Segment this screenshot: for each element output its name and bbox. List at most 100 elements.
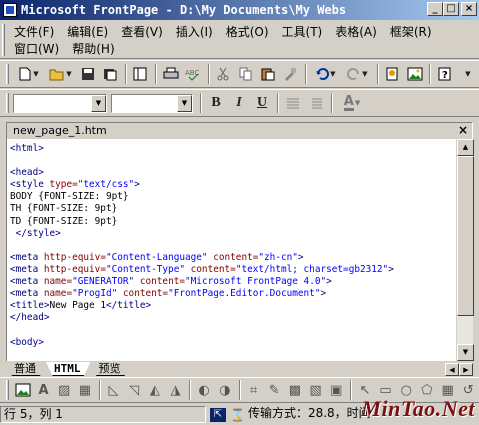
- insert-component-button[interactable]: [382, 64, 403, 84]
- align-left-button[interactable]: [282, 93, 304, 113]
- code-line[interactable]: <meta http-equiv="Content-Language" cont…: [10, 252, 456, 264]
- code-token: http-equiv=: [43, 251, 106, 263]
- html-code-editor[interactable]: <html> <head> <style type="text/css"> BODY …: [6, 139, 456, 361]
- insert-picture-button[interactable]: [404, 64, 425, 84]
- numbering-button[interactable]: [305, 93, 327, 113]
- scroll-left-icon[interactable]: ◀: [445, 363, 459, 376]
- font-color-button[interactable]: A ▼: [336, 93, 368, 113]
- menu-tools[interactable]: 工具(T): [274, 23, 328, 40]
- format-painter-button[interactable]: [279, 64, 300, 84]
- copy-button[interactable]: [235, 64, 256, 84]
- menu-window[interactable]: 窗口(W): [6, 40, 64, 57]
- code-line[interactable]: <title>New Page 1</title>: [10, 300, 456, 312]
- folder-list-button[interactable]: [130, 64, 151, 84]
- paste-button[interactable]: [257, 64, 278, 84]
- code-line[interactable]: <meta name="ProgId" content="FrontPage.E…: [10, 288, 456, 300]
- bevel-button[interactable]: ▣: [326, 380, 346, 400]
- tab-normal[interactable]: 普通: [6, 362, 46, 376]
- tab-preview[interactable]: 预览: [90, 362, 131, 376]
- bold-button[interactable]: B: [205, 93, 227, 113]
- insert-picture-button[interactable]: [13, 380, 33, 400]
- scroll-up-icon[interactable]: ▲: [457, 139, 474, 156]
- code-line[interactable]: <style type="text/css">: [10, 179, 456, 191]
- text-button[interactable]: A: [34, 380, 54, 400]
- cursor-position-status: 行 5，列 1: [0, 406, 206, 423]
- rotate-left-button[interactable]: ◺: [104, 380, 124, 400]
- thumbnail-button[interactable]: ▨: [54, 380, 74, 400]
- code-line[interactable]: [10, 324, 456, 336]
- toolbar-grip-handle[interactable]: [6, 93, 9, 113]
- menu-edit[interactable]: 编辑(E): [59, 23, 113, 40]
- code-token: "Microsoft FrontPage 4.0": [185, 276, 327, 288]
- close-document-icon[interactable]: ×: [458, 123, 468, 137]
- toolbar-separator: [189, 380, 192, 400]
- undo-button[interactable]: ▼: [310, 64, 341, 84]
- folder-icon: [49, 69, 64, 81]
- vertical-scrollbar[interactable]: ▲ ▼: [456, 139, 474, 361]
- window-title: Microsoft FrontPage - D:\My Documents\My…: [21, 3, 347, 17]
- new-page-icon: [19, 67, 31, 81]
- frontpage-app-icon[interactable]: [3, 3, 17, 17]
- menu-format[interactable]: 格式(O): [218, 23, 274, 40]
- style-dropdown[interactable]: ▼: [13, 93, 107, 113]
- rotate-right-button[interactable]: ◹: [124, 380, 144, 400]
- clipboard-icon: [261, 68, 275, 81]
- close-window-button[interactable]: ×: [461, 2, 477, 16]
- code-line[interactable]: <meta http-equiv="Content-Type" content=…: [10, 264, 456, 276]
- code-line[interactable]: TD {FONT-SIZE: 9pt}: [10, 216, 456, 228]
- code-line[interactable]: <meta name="GENERATOR" content="Microsof…: [10, 276, 456, 288]
- transparent-color-button[interactable]: ✎: [264, 380, 284, 400]
- code-token: type=: [49, 179, 78, 191]
- menu-frames[interactable]: 框架(R): [382, 23, 437, 40]
- spelling-button[interactable]: ABC: [182, 64, 203, 84]
- help-button[interactable]: ?: [434, 64, 455, 84]
- publish-web-button[interactable]: [99, 64, 120, 84]
- underline-button[interactable]: U: [251, 93, 273, 113]
- align-lines-icon: [287, 98, 299, 109]
- toolbar-separator: [207, 64, 210, 84]
- document-tab-title[interactable]: new_page_1.htm: [13, 124, 107, 137]
- toolbar-separator: [98, 380, 101, 400]
- menu-grip-handle[interactable]: [2, 24, 5, 56]
- print-button[interactable]: [160, 64, 181, 84]
- brightness-button[interactable]: ◑: [215, 380, 235, 400]
- scroll-down-icon[interactable]: ▼: [457, 344, 474, 361]
- code-line[interactable]: <body>: [10, 337, 456, 349]
- menu-table[interactable]: 表格(A): [327, 23, 382, 40]
- italic-button[interactable]: I: [228, 93, 250, 113]
- minimize-button[interactable]: _: [427, 2, 443, 16]
- code-line[interactable]: TH {FONT-SIZE: 9pt}: [10, 203, 456, 215]
- cut-button[interactable]: [213, 64, 234, 84]
- code-line[interactable]: </head>: [10, 312, 456, 324]
- new-page-button[interactable]: ▼: [13, 64, 44, 84]
- flip-vertical-button[interactable]: ◮: [166, 380, 186, 400]
- code-line[interactable]: <head>: [10, 167, 456, 179]
- toolbar-grip-handle[interactable]: [6, 380, 9, 400]
- font-dropdown[interactable]: ▼: [111, 93, 193, 113]
- contrast-button[interactable]: ◐: [194, 380, 214, 400]
- position-absolutely-button[interactable]: ▦: [75, 380, 95, 400]
- menu-help[interactable]: 帮助(H): [64, 40, 119, 57]
- black-white-button[interactable]: ▩: [285, 380, 305, 400]
- wash-out-button[interactable]: ▧: [306, 380, 326, 400]
- menu-insert[interactable]: 插入(I): [168, 23, 218, 40]
- code-line[interactable]: <html>: [10, 143, 456, 155]
- flip-horizontal-button[interactable]: ◭: [145, 380, 165, 400]
- code-line[interactable]: </style>: [10, 228, 456, 240]
- scroll-right-icon[interactable]: ▶: [459, 363, 473, 376]
- crop-button[interactable]: ⌗: [244, 380, 264, 400]
- menu-view[interactable]: 查看(V): [113, 23, 168, 40]
- printer-icon: [163, 67, 179, 79]
- code-line[interactable]: [10, 155, 456, 167]
- code-line[interactable]: BODY {FONT-SIZE: 9pt}: [10, 191, 456, 203]
- tab-html[interactable]: HTML: [46, 362, 91, 376]
- menu-file[interactable]: 文件(F): [6, 23, 59, 40]
- toolbar-grip-handle[interactable]: [6, 64, 9, 84]
- code-line[interactable]: [10, 240, 456, 252]
- open-button[interactable]: ▼: [45, 64, 76, 84]
- redo-button[interactable]: ▼: [342, 64, 373, 84]
- save-button[interactable]: [77, 64, 98, 84]
- scrollbar-thumb[interactable]: [457, 156, 474, 316]
- toolbar-options-button[interactable]: ▼: [457, 64, 478, 84]
- maximize-button[interactable]: □: [443, 2, 459, 16]
